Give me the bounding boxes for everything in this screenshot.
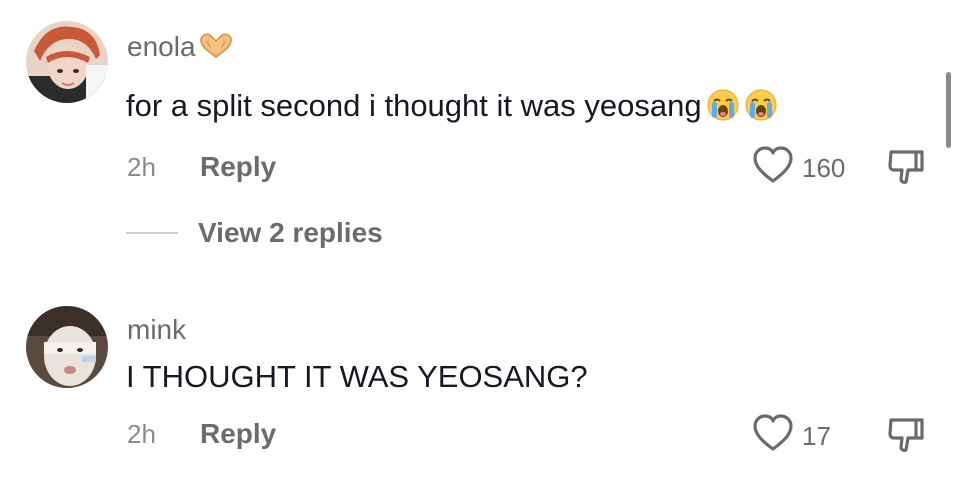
like-count: 160 [802,152,846,183]
thumbs-down-icon [886,418,926,458]
comment-timestamp: 2h [127,152,156,182]
comment-timestamp: 2h [127,419,156,449]
comment-text: for a split second i thought it was yeos… [126,88,778,127]
thumbs-down-icon [886,150,926,190]
comment-text: I THOUGHT IT WAS YEOSANG? [126,361,588,392]
reply-button[interactable]: Reply [200,420,276,448]
like-count: 17 [802,420,831,451]
username[interactable]: mink [127,316,186,344]
loudly-crying-face-emoji-icon [706,88,740,127]
reply-button[interactable]: Reply [200,153,276,181]
loudly-crying-face-emoji-icon [744,88,778,127]
username[interactable]: enola [127,33,234,64]
username-text: enola [127,31,196,62]
view-replies-label: View 2 replies [198,217,383,248]
username-text: mink [127,314,187,345]
heart-outline-icon [752,146,794,189]
avatar[interactable] [26,21,108,103]
like-button[interactable]: 17 [752,414,831,457]
dislike-button[interactable] [886,148,926,191]
comment-body: for a split second i thought it was yeos… [126,88,702,123]
divider-line [126,232,178,234]
view-replies-button[interactable]: View 2 replies [126,219,383,247]
heart-outline-icon [752,414,794,457]
heart-hands-emoji-icon [198,33,234,64]
dislike-button[interactable] [886,416,926,459]
scrollbar[interactable] [946,72,951,148]
like-button[interactable]: 160 [752,146,845,189]
avatar[interactable] [26,306,108,388]
comment-body: I THOUGHT IT WAS YEOSANG? [126,359,588,394]
